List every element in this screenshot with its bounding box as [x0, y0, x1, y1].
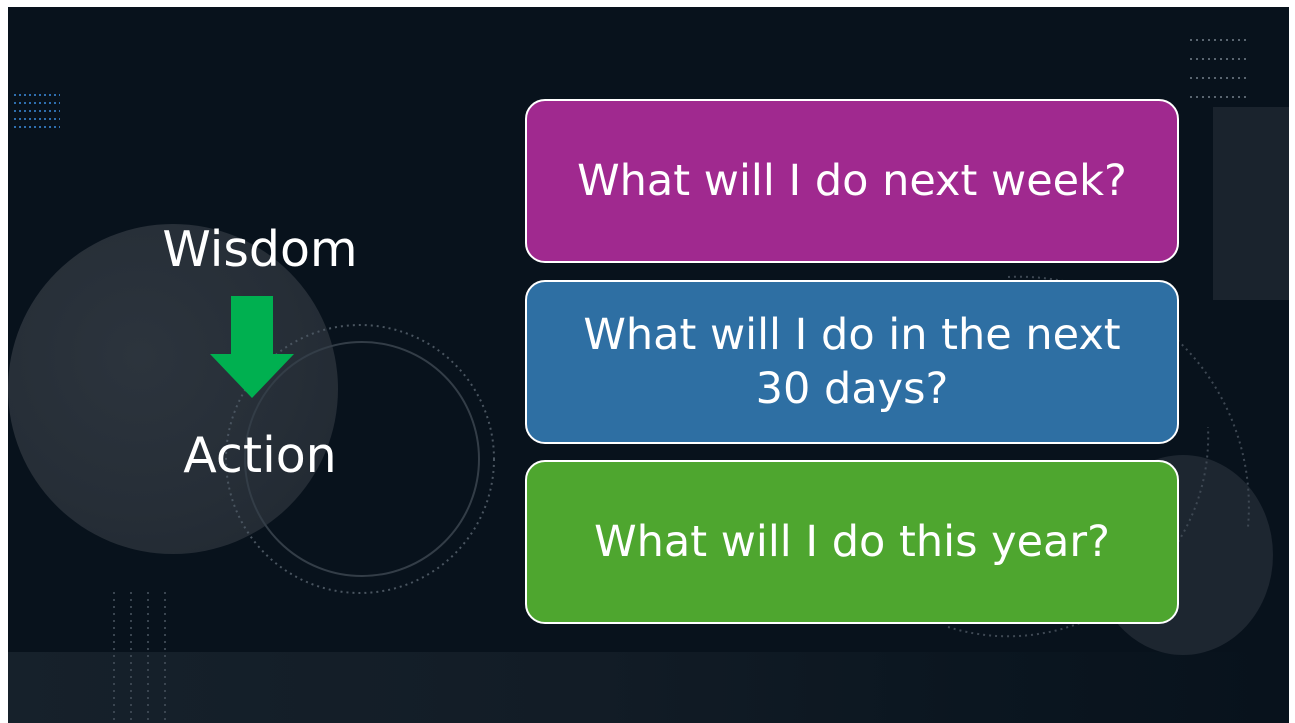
question-box-this-year: What will I do this year? [525, 460, 1179, 624]
dot-grid-top-left [14, 94, 60, 128]
question-box-next-30-days: What will I do in the next 30 days? [525, 280, 1179, 444]
action-label: Action [183, 427, 337, 484]
slide: Wisdom Action What will I do next week? … [8, 7, 1289, 723]
question-text: What will I do in the next 30 days? [583, 310, 1121, 414]
wisdom-label: Wisdom [162, 221, 358, 278]
dot-grid-bottom-left [113, 592, 166, 723]
down-arrow-icon [210, 296, 294, 398]
dot-grid-top-right [1190, 39, 1248, 98]
question-text: What will I do next week? [577, 156, 1127, 206]
question-box-next-week: What will I do next week? [525, 99, 1179, 263]
question-text: What will I do this year? [594, 517, 1110, 567]
